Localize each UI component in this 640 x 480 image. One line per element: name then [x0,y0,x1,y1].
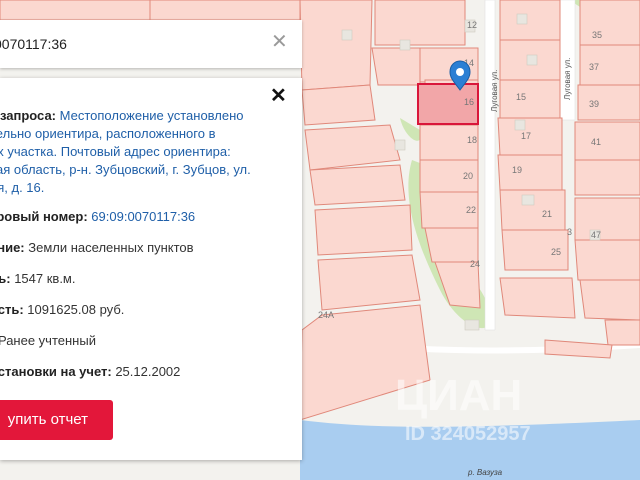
parcel-info-panel: ✕ т запроса: Местоположение установлено … [0,78,302,460]
registered-label: остановки на учет: [0,364,112,379]
house-number: 47 [591,230,601,240]
house-number: 19 [512,165,522,175]
area-row: дь: 1547 кв.м. [0,271,75,286]
house-number: 22 [466,205,476,215]
cadastral-title: 0070117:36 [0,36,67,52]
area-label: дь: [0,271,11,286]
registered-row: остановки на учет: 25.12.2002 [0,364,180,379]
house-number: 15 [516,92,526,102]
house-number: 17 [521,131,531,141]
address-value: тельно ориентира, расположенного в [0,126,216,141]
category-label: ение: [0,240,25,255]
close-icon[interactable]: ✕ [271,32,288,52]
address-value: ах участка. Почтовый адрес ориентира: [0,144,231,159]
status-value: Ранее учтенный [0,333,96,348]
category-row: ение: Земли населенных пунктов [0,240,194,255]
cadastral-value[interactable]: 69:09:0070117:36 [88,209,195,224]
address-value: кая область, р-н. Зубцовский, г. Зубцов,… [0,162,251,177]
cadastral-label: тровый номер: [0,209,88,224]
cost-label: ость: [0,302,24,317]
buy-report-button[interactable]: упить отчет [0,400,113,440]
cost-row: ость: 1091625.08 руб. [0,302,124,317]
house-number: 39 [589,99,599,109]
house-number: 35 [592,30,602,40]
cost-value: 1091625.08 руб. [23,302,125,317]
registered-value: 25.12.2002 [111,364,181,379]
street-label: Луговая ул. [563,58,572,100]
cadastral-row: тровый номер: 69:09:0070117:36 [0,209,195,224]
watermark-id: ID 324052957 [405,423,531,445]
house-number: 3 [567,227,572,237]
address-value: ая, д. 16. [0,180,45,195]
address-value: Местоположение установлено [56,108,244,123]
house-number: 41 [591,137,601,147]
house-number: 16 [464,97,474,107]
area-value: 1547 кв.м. [10,271,76,286]
address-block: т запроса: Местоположение установлено те… [0,107,260,197]
watermark-logo: ЦИАН [395,371,522,420]
house-number: 37 [589,62,599,72]
address-label: т запроса: [0,108,57,123]
house-number: 25 [551,247,561,257]
house-number: 24А [318,310,334,320]
house-number: 21 [542,209,552,219]
house-number: 20 [463,171,473,181]
house-number: 24 [470,259,480,269]
street-label: Луговая ул. [490,70,499,112]
house-number: 18 [467,135,477,145]
river-label: р. Вазуза [467,468,503,477]
house-number: 12 [467,20,477,30]
status-row: : Ранее учтенный [0,333,96,348]
search-header: 0070117:36 ✕ [0,20,302,68]
close-icon[interactable]: ✕ [270,86,287,106]
category-value: Земли населенных пунктов [24,240,194,255]
